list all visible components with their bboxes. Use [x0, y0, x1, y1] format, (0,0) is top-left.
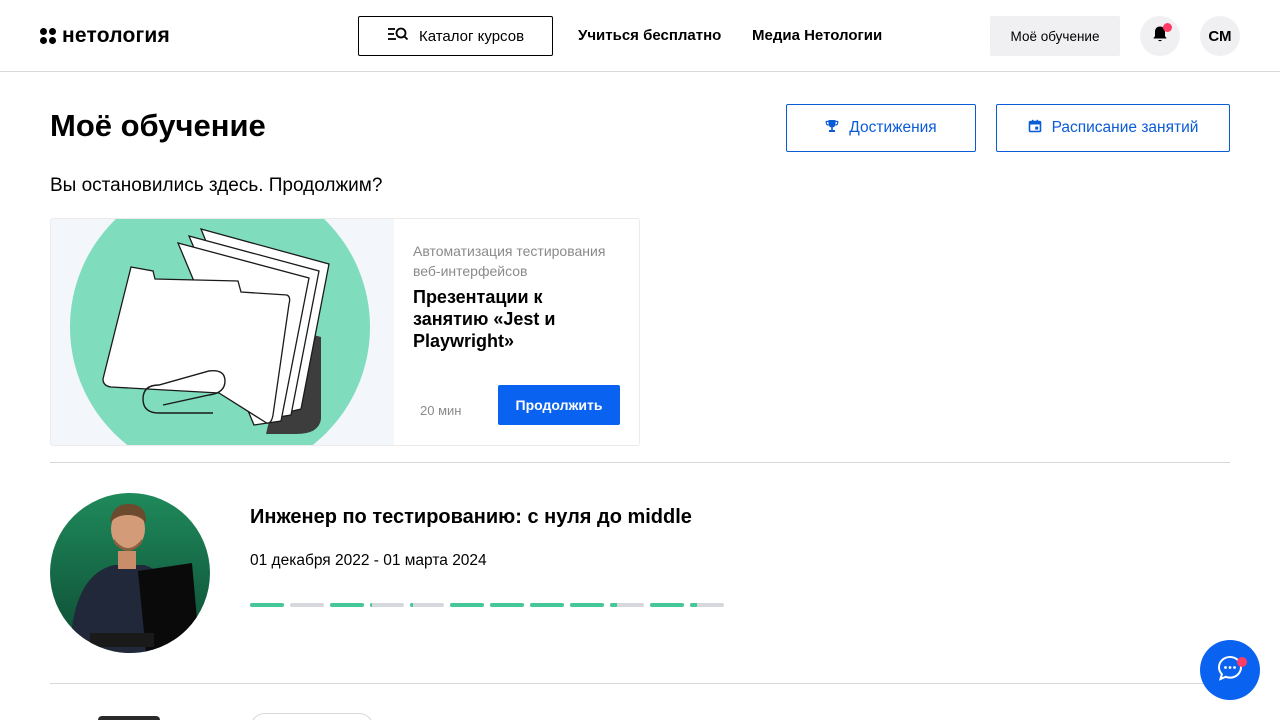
progress-segment-fill — [330, 603, 364, 607]
logo[interactable]: нетология — [40, 24, 170, 48]
progress-segment — [410, 603, 444, 607]
program-photo[interactable] — [50, 493, 210, 653]
program-title[interactable]: Инженер по тестированию: с нуля до middl… — [250, 506, 692, 529]
calendar-icon — [1028, 119, 1042, 138]
card-duration: 20 мин — [420, 403, 462, 418]
schedule-button[interactable]: Расписание занятий — [996, 104, 1230, 152]
progress-segment-fill — [370, 603, 372, 607]
progress-segment — [290, 603, 324, 607]
support-chat-button[interactable] — [1200, 640, 1260, 700]
progress-segment-fill — [450, 603, 484, 607]
achievements-label: Достижения — [849, 119, 937, 136]
resume-prompt: Вы остановились здесь. Продолжим? — [50, 175, 383, 196]
progress-segment-fill — [490, 603, 524, 607]
catalog-label: Каталог курсов — [418, 27, 525, 45]
continue-lesson-card[interactable]: Автоматизация тестирования веб-интерфейс… — [50, 218, 640, 446]
nav-link-media[interactable]: Медиа Нетологии — [752, 27, 882, 44]
progress-segment-fill — [650, 603, 684, 607]
page-title: Моё обучение — [50, 108, 266, 143]
top-header: нетология Каталог курсов Учиться бесплат… — [0, 0, 1280, 72]
schedule-label: Расписание занятий — [1051, 119, 1199, 136]
catalog-search-icon — [387, 26, 409, 46]
progress-segment — [370, 603, 404, 607]
notification-dot — [1163, 23, 1172, 32]
section-divider — [50, 462, 1230, 463]
progress-segment — [690, 603, 724, 607]
progress-segment — [570, 603, 604, 607]
lesson-illustration — [51, 219, 394, 445]
catalog-button[interactable]: Каталог курсов — [358, 16, 553, 56]
notifications-button[interactable] — [1140, 16, 1180, 56]
progress-segment — [250, 603, 284, 607]
progress-segment — [490, 603, 524, 607]
progress-segment-fill — [610, 603, 617, 607]
next-program-photo[interactable] — [98, 716, 160, 720]
card-lesson-title[interactable]: Презентации к занятию «Jest и Playwright… — [413, 286, 613, 352]
my-learning-button[interactable]: Моё обучение — [990, 16, 1120, 56]
continue-button[interactable]: Продолжить — [498, 385, 620, 425]
user-avatar[interactable]: СМ — [1200, 16, 1240, 56]
progress-segment-fill — [570, 603, 604, 607]
chat-notification-dot — [1237, 657, 1247, 667]
logo-text: нетология — [62, 24, 170, 47]
progress-segment-fill — [410, 603, 414, 607]
progress-segment — [450, 603, 484, 607]
progress-segment — [330, 603, 364, 607]
card-course-name: Автоматизация тестирования веб-интерфейс… — [413, 243, 606, 279]
progress-segment-fill — [250, 603, 284, 607]
progress-segment — [530, 603, 564, 607]
section-divider — [50, 683, 1230, 684]
progress-segment — [610, 603, 644, 607]
progress-segment — [650, 603, 684, 607]
achievements-button[interactable]: Достижения — [786, 104, 976, 152]
progress-segment-fill — [690, 603, 697, 607]
next-program-badge — [250, 713, 374, 720]
trophy-icon — [825, 119, 839, 138]
progress-segment-fill — [530, 603, 564, 607]
nav-link-free-learning[interactable]: Учиться бесплатно — [578, 27, 721, 44]
program-progress-bar — [250, 603, 724, 607]
logo-icon — [40, 28, 56, 44]
program-dates: 01 декабря 2022 - 01 марта 2024 — [250, 552, 487, 569]
